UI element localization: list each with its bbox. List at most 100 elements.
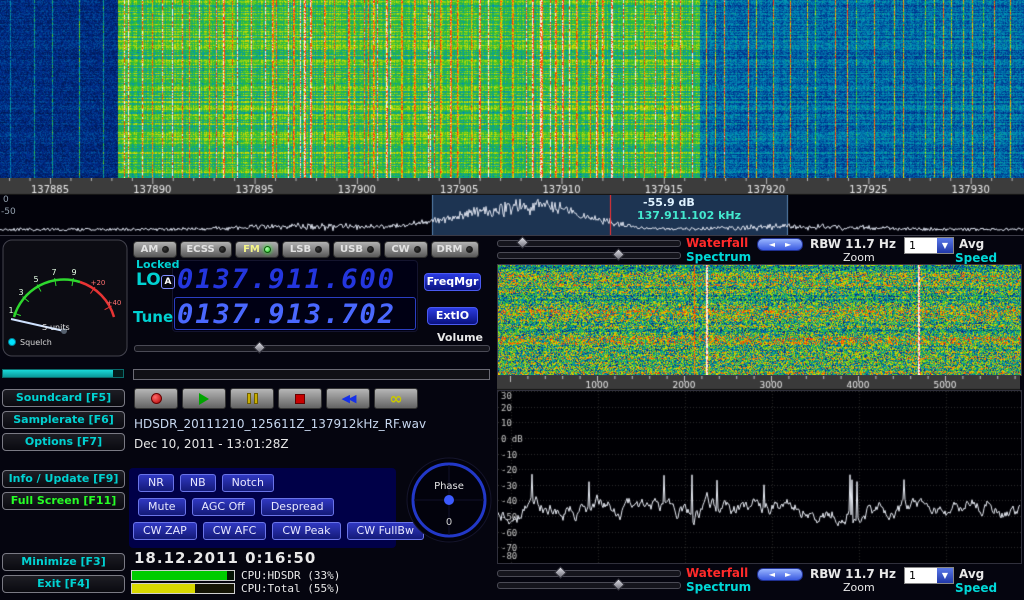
af-waterfall[interactable] xyxy=(497,264,1022,376)
pause-button[interactable] xyxy=(230,388,274,409)
lo-lock-badge[interactable]: A xyxy=(161,275,175,289)
avg-dropdown-top[interactable]: 1 ▼ xyxy=(904,237,954,254)
ecss-led-icon xyxy=(219,246,226,253)
af-zoom-slider-top[interactable] xyxy=(497,252,681,259)
avg-dropdown-bottom[interactable]: 1 ▼ xyxy=(904,567,954,584)
loop-icon: ∞ xyxy=(389,393,402,405)
cw-afc-button[interactable]: CW AFC xyxy=(203,522,267,540)
s-meter: 1 3 5 7 9 +20 +40 S-units Squelch xyxy=(2,239,128,357)
mode-button-usb[interactable]: USB xyxy=(333,241,381,258)
tune-frequency-value[interactable]: 0137.913.702 xyxy=(177,299,396,330)
left-arrow-icon[interactable]: ◄ xyxy=(769,240,775,249)
volume-slider-handle[interactable] xyxy=(253,341,266,354)
phase-dial[interactable]: Phase 0 xyxy=(405,456,493,544)
mode-button-fm[interactable]: FM xyxy=(235,241,279,258)
left-arrow-icon[interactable]: ◄ xyxy=(769,570,775,579)
af-zoom-slider-bottom[interactable] xyxy=(497,582,681,589)
rf-waterfall[interactable] xyxy=(0,0,1024,178)
agc-off-button[interactable]: AGC Off xyxy=(192,498,255,516)
samplerate-button[interactable]: Samplerate [F6] xyxy=(2,411,125,429)
af-contrast-slider-bottom[interactable] xyxy=(497,570,681,577)
rf-spectrum[interactable] xyxy=(0,195,1024,235)
stop-icon xyxy=(295,394,305,404)
minimize-button[interactable]: Minimize [F3] xyxy=(2,553,125,571)
record-icon xyxy=(151,393,162,404)
cw-zap-button[interactable]: CW ZAP xyxy=(133,522,197,540)
volume-label: Volume xyxy=(437,331,483,344)
mode-button-am[interactable]: AM xyxy=(133,241,177,258)
stop-button[interactable] xyxy=(278,388,322,409)
recording-file-date: Dec 10, 2011 - 13:01:28Z xyxy=(134,437,289,451)
af-contrast-slider-top-handle[interactable] xyxy=(516,236,529,249)
mode-button-lsb[interactable]: LSB xyxy=(282,241,330,258)
squelch-level-bar[interactable] xyxy=(2,369,124,378)
waterfall-tab-top[interactable]: Waterfall xyxy=(686,236,748,250)
cw-peak-button[interactable]: CW Peak xyxy=(272,522,340,540)
record-button[interactable] xyxy=(134,388,178,409)
s-units-label: S-units xyxy=(42,323,70,332)
fullscreen-button[interactable]: Full Screen [F11] xyxy=(2,492,125,510)
drm-led-icon xyxy=(466,246,473,253)
panel-divider xyxy=(0,235,1024,236)
speed-label-bottom: Speed xyxy=(955,581,997,595)
af-zoom-slider-bottom-handle[interactable] xyxy=(612,578,625,591)
rf-axis-bottom-label: -50 xyxy=(1,207,16,217)
mode-button-cw[interactable]: CW xyxy=(384,241,428,258)
af-contrast-slider-top[interactable] xyxy=(497,240,681,247)
rbw-label-bottom: RBW 11.7 Hz xyxy=(810,567,896,581)
options-button[interactable]: Options [F7] xyxy=(2,433,125,451)
info-update-button[interactable]: Info / Update [F9] xyxy=(2,470,125,488)
mode-label-lsb: LSB xyxy=(290,244,311,255)
waterfall-tab-bottom[interactable]: Waterfall xyxy=(686,566,748,580)
play-button[interactable] xyxy=(182,388,226,409)
volume-slider[interactable] xyxy=(134,345,490,352)
af-contrast-slider-bottom-handle[interactable] xyxy=(554,566,567,579)
cpu-total-bar xyxy=(131,583,235,594)
dsp-panel: NR NB Notch Mute AGC Off Despread CW ZAP… xyxy=(129,468,396,548)
am-led-icon xyxy=(162,246,169,253)
squelch-indicator-icon[interactable] xyxy=(9,339,16,346)
dropdown-arrow-icon[interactable]: ▼ xyxy=(937,568,953,583)
spectrum-tab-bottom[interactable]: Spectrum xyxy=(686,580,751,594)
notch-button[interactable]: Notch xyxy=(222,474,274,492)
fm-led-icon xyxy=(264,246,271,253)
extio-button[interactable]: ExtIO xyxy=(427,307,478,325)
mode-label-ecss: ECSS xyxy=(186,244,214,255)
spectrum-tab-top[interactable]: Spectrum xyxy=(686,250,751,264)
right-arrow-icon[interactable]: ► xyxy=(785,240,791,249)
rewind-button[interactable]: ◀◀ xyxy=(326,388,370,409)
cpu-hdsdr-bar-fill xyxy=(132,571,227,580)
usb-led-icon xyxy=(367,246,374,253)
signal-bar-track xyxy=(133,369,490,380)
cursor-frequency-readout: 137.911.102 kHz xyxy=(637,209,741,222)
cw-led-icon xyxy=(414,246,421,253)
mode-button-drm[interactable]: DRM xyxy=(431,241,479,258)
soundcard-button[interactable]: Soundcard [F5] xyxy=(2,389,125,407)
mute-button[interactable]: Mute xyxy=(138,498,186,516)
rf-axis-top-label: 0 xyxy=(3,195,9,205)
recording-file-name: HDSDR_20111210_125611Z_137912kHz_RF.wav xyxy=(134,417,426,431)
freqmgr-button[interactable]: FreqMgr xyxy=(424,273,481,291)
nb-button[interactable]: NB xyxy=(180,474,216,492)
s-meter-tick-1: 1 xyxy=(8,306,13,315)
exit-button[interactable]: Exit [F4] xyxy=(2,575,125,593)
waterfall-scroll-bottom[interactable]: ◄ ► xyxy=(757,568,803,581)
lo-label: LO xyxy=(136,270,161,290)
lo-frequency-value[interactable]: 0137.911.600 xyxy=(177,264,396,295)
nr-button[interactable]: NR xyxy=(138,474,174,492)
mode-label-cw: CW xyxy=(391,244,409,255)
rf-frequency-scale[interactable] xyxy=(0,178,1024,195)
loop-button[interactable]: ∞ xyxy=(374,388,418,409)
despread-button[interactable]: Despread xyxy=(261,498,334,516)
waterfall-scroll-top[interactable]: ◄ ► xyxy=(757,238,803,251)
af-zoom-slider-top-handle[interactable] xyxy=(612,248,625,261)
af-spectrum[interactable] xyxy=(497,390,1022,564)
pause-icon xyxy=(247,393,258,404)
avg-value-top: 1 xyxy=(905,238,937,253)
af-frequency-scale[interactable] xyxy=(497,376,1020,390)
phase-value: 0 xyxy=(446,517,452,528)
cpu-total-text: CPU:Total (55%) xyxy=(241,582,340,595)
right-arrow-icon[interactable]: ► xyxy=(785,570,791,579)
mode-button-ecss[interactable]: ECSS xyxy=(180,241,232,258)
dropdown-arrow-icon[interactable]: ▼ xyxy=(937,238,953,253)
